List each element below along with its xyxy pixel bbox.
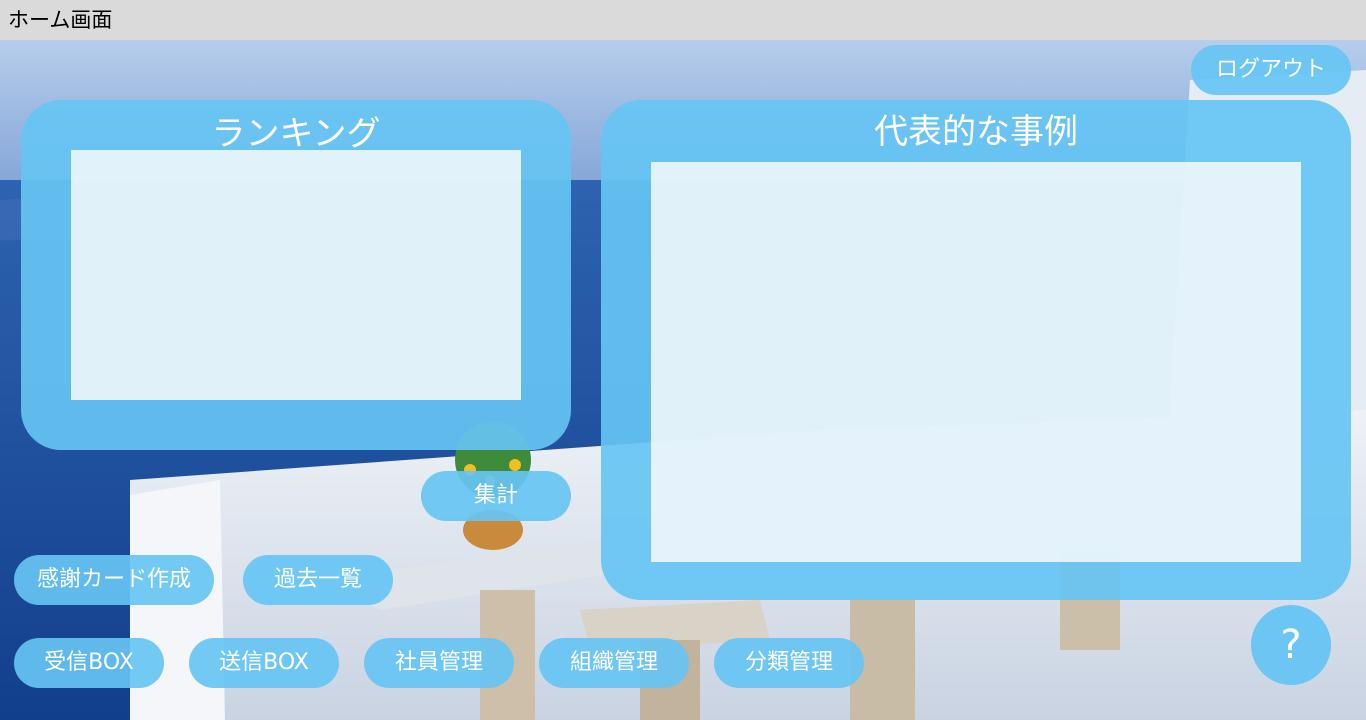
examples-panel: 代表的な事例: [601, 100, 1351, 600]
inbox-button[interactable]: 受信BOX: [14, 638, 164, 688]
category-management-button[interactable]: 分類管理: [714, 638, 864, 688]
outbox-button[interactable]: 送信BOX: [189, 638, 339, 688]
employee-management-button[interactable]: 社員管理: [364, 638, 514, 688]
examples-title: 代表的な事例: [874, 112, 1078, 152]
organization-management-button[interactable]: 組織管理: [539, 638, 689, 688]
past-list-button[interactable]: 過去一覧: [243, 555, 393, 605]
ranking-panel: ランキング: [21, 100, 571, 450]
window-title: ホーム画面: [0, 0, 1366, 40]
create-thanks-card-button[interactable]: 感謝カード作成: [14, 555, 214, 605]
help-button[interactable]: ?: [1251, 605, 1331, 685]
ranking-title: ランキング: [211, 114, 381, 154]
ranking-content: [71, 150, 521, 400]
tally-button[interactable]: 集計: [421, 471, 571, 521]
examples-content: [651, 162, 1301, 562]
logout-button[interactable]: ログアウト: [1191, 45, 1351, 95]
